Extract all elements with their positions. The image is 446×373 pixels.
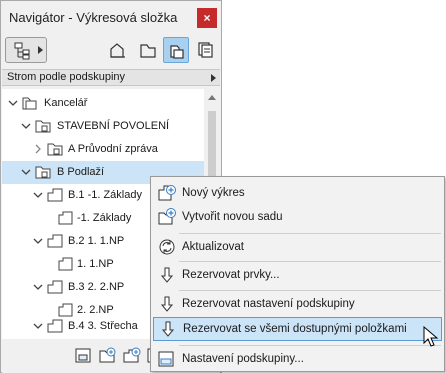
menu-item-new-layout[interactable]: Nový výkres [151,181,444,205]
layout-icon [47,234,63,248]
subset-settings-icon [158,351,174,367]
refresh-icon [159,239,175,255]
layout-book-button[interactable] [163,37,189,63]
tree-item-label: B.2 1. 1.NP [68,235,125,247]
menu-item-reserve-all[interactable]: Rezervovat se všemi dostupnými položkami [153,317,442,341]
tree-item-label: A Průvodní zpráva [68,143,158,155]
tree-item-label: -1. Základy [77,212,132,224]
reserve-arrow-icon [161,321,175,337]
menu-separator [179,261,441,262]
menu-item-label: Nový výkres [182,187,245,199]
chevron-down-icon[interactable] [33,236,43,246]
chevron-down-icon[interactable] [8,98,18,108]
context-menu: Nový výkres Vytvořit novou sadu Aktualiz… [150,176,445,372]
tree-item-a-pruvodni-zprava[interactable]: A Průvodní zpráva [2,138,204,161]
new-layout-icon[interactable] [74,347,94,365]
menu-item-label: Aktualizovat [182,241,245,253]
tree-item-label: Kancelář [44,97,88,109]
navigator-toolbar [1,35,221,67]
menu-item-refresh[interactable]: Aktualizovat [151,235,444,259]
window-title: Navigátor - Výkresová složka [9,10,178,25]
menu-item-new-subset[interactable]: Vytvořit novou sadu [151,205,444,229]
close-button[interactable]: × [197,8,217,28]
mouse-cursor-icon [423,326,439,347]
new-layout-icon [158,185,176,201]
menu-item-subset-settings[interactable]: Nastavení podskupiny... [151,347,444,371]
layout-icon [47,188,63,202]
menu-separator [179,233,441,234]
tree-item-label: B.1 -1. Základy [68,189,142,201]
tree-item-label: STAVEBNÍ POVOLENÍ [57,120,170,132]
layout-icon [47,280,63,294]
menu-item-label: Rezervovat nastavení podskupiny [182,298,355,310]
chevron-right-icon [38,46,43,54]
title-bar: Navigátor - Výkresová složka × [1,1,221,35]
drawing-icon [58,211,73,225]
tree-view-dropdown[interactable]: Strom podle podskupiny [2,69,220,86]
chevron-right-icon [211,74,216,82]
publisher-sets-icon [198,42,213,58]
new-folder-icon[interactable] [122,347,142,365]
layout-icon [47,319,63,333]
menu-item-reserve-elements[interactable]: Rezervovat prvky... [151,263,444,287]
publisher-sets-button[interactable] [193,37,219,63]
drawing-icon [58,257,73,271]
reserve-arrow-icon [160,267,174,283]
view-map-button[interactable] [135,37,161,63]
tree-item-label: B.3 2. 2.NP [68,281,125,293]
menu-item-reserve-subset-settings[interactable]: Rezervovat nastavení podskupiny [151,292,444,316]
new-subset-icon [158,208,176,225]
dropdown-label: Strom podle podskupiny [7,71,126,83]
tree-item-label: B.4 3. Střecha [68,320,138,332]
chevron-down-icon[interactable] [33,190,43,200]
book-icon [22,97,37,110]
folder-icon [35,120,51,133]
chevron-down-icon[interactable] [21,167,31,177]
menu-item-label: Rezervovat prvky... [182,269,280,281]
navigator-menu-button[interactable] [5,37,47,63]
tree-item-label: B Podlaží [57,166,105,178]
menu-separator [179,290,441,291]
scroll-up-arrow-icon[interactable] [208,95,216,100]
chevron-down-icon[interactable] [33,321,43,331]
menu-item-label: Vytvořit novou sadu [182,211,283,223]
new-subset-icon[interactable] [98,347,118,365]
navigator-tree-icon [14,42,30,60]
folder-icon [47,143,63,156]
tree-item-label: 1. 1.NP [77,258,114,270]
tree-item-kancelar[interactable]: Kancelář [2,92,204,115]
menu-item-label: Rezervovat se všemi dostupnými položkami [183,323,407,335]
chevron-down-icon[interactable] [33,282,43,292]
menu-separator [179,345,441,346]
chevron-down-icon[interactable] [21,121,31,131]
chevron-right-icon[interactable] [33,144,43,154]
view-map-icon [140,44,156,58]
tree-item-stavebni-povoleni[interactable]: STAVEBNÍ POVOLENÍ [2,115,204,138]
project-map-button[interactable] [105,37,131,63]
folder-icon [35,166,51,179]
menu-item-label: Nastavení podskupiny... [182,353,304,365]
project-map-icon [110,43,125,58]
layout-book-icon [170,45,184,59]
reserve-arrow-icon [160,296,174,312]
